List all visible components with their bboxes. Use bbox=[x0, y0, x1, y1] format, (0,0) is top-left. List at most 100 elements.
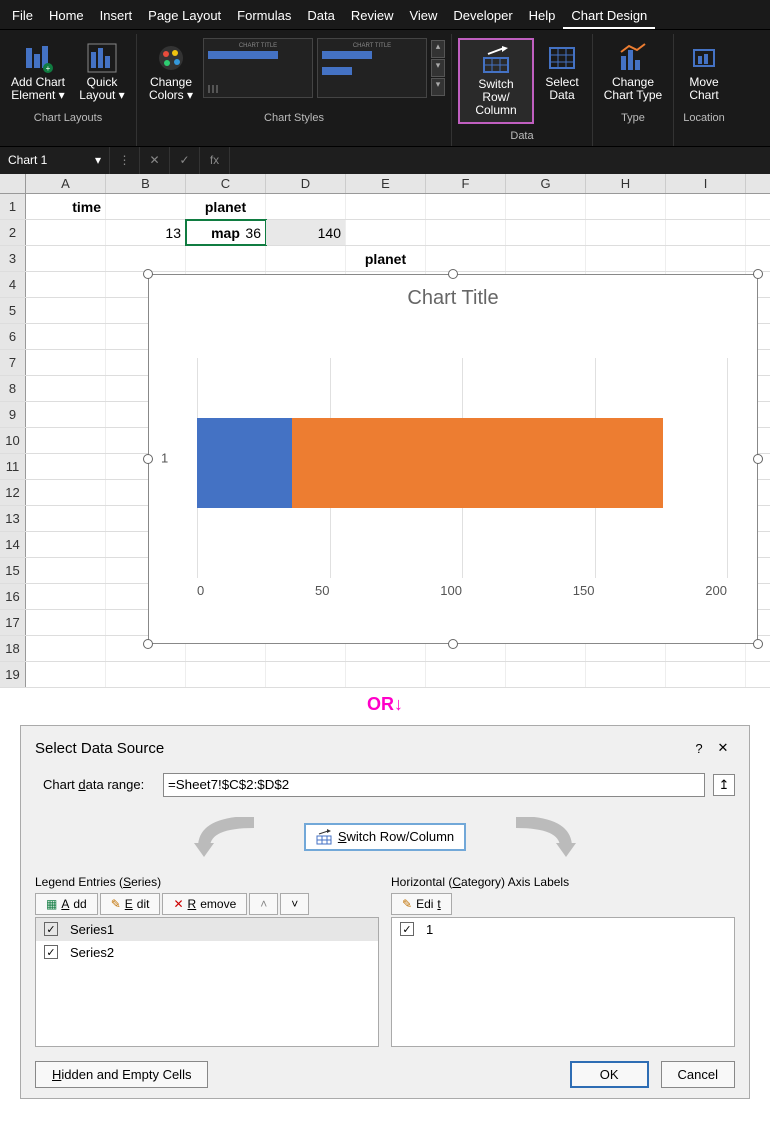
series-listbox[interactable]: ✓ Series1 ✓ Series2 bbox=[35, 917, 379, 1047]
cell-A16[interactable] bbox=[26, 584, 106, 609]
cell-D2[interactable]: 140 bbox=[266, 220, 346, 245]
chart-handle-bm[interactable] bbox=[448, 639, 458, 649]
cell-F1[interactable] bbox=[426, 194, 506, 219]
chart-styles-gallery[interactable]: CHART TITLE CHART TITLE ▴ ▾ ▾ bbox=[203, 38, 445, 98]
edit-series-button[interactable]: ✎Edit bbox=[100, 893, 161, 915]
name-box-dropdown-icon[interactable]: ▾ bbox=[95, 153, 101, 167]
tab-file[interactable]: File bbox=[4, 4, 41, 29]
remove-series-button[interactable]: ✕Remove bbox=[162, 893, 247, 915]
styles-down[interactable]: ▾ bbox=[431, 59, 445, 77]
tab-page-layout[interactable]: Page Layout bbox=[140, 4, 229, 29]
name-box[interactable]: Chart 1 ▾ bbox=[0, 147, 110, 174]
formula-bar-input[interactable] bbox=[230, 147, 770, 174]
chart-bar-stack[interactable] bbox=[197, 418, 663, 508]
cell-A19[interactable] bbox=[26, 662, 106, 687]
cell-A8[interactable] bbox=[26, 376, 106, 401]
row-4[interactable]: 4 bbox=[0, 272, 26, 297]
options-button[interactable]: ⋮ bbox=[110, 147, 140, 174]
cell-I2[interactable] bbox=[666, 220, 746, 245]
tab-help[interactable]: Help bbox=[521, 4, 564, 29]
cell-E19[interactable] bbox=[346, 662, 426, 687]
tab-data[interactable]: Data bbox=[299, 4, 342, 29]
series2-checkbox[interactable]: ✓ bbox=[44, 945, 58, 959]
chart-handle-tm[interactable] bbox=[448, 269, 458, 279]
cell-A15[interactable] bbox=[26, 558, 106, 583]
col-D[interactable]: D bbox=[266, 174, 346, 193]
cell-D1[interactable] bbox=[266, 194, 346, 219]
chart-title[interactable]: Chart Title bbox=[149, 275, 757, 318]
tab-review[interactable]: Review bbox=[343, 4, 402, 29]
row-12[interactable]: 12 bbox=[0, 480, 26, 505]
tab-view[interactable]: View bbox=[401, 4, 445, 29]
row-17[interactable]: 17 bbox=[0, 610, 26, 635]
tab-home[interactable]: Home bbox=[41, 4, 92, 29]
row-13[interactable]: 13 bbox=[0, 506, 26, 531]
cell-G19[interactable] bbox=[506, 662, 586, 687]
cell-A14[interactable] bbox=[26, 532, 106, 557]
row-1[interactable]: 1 bbox=[0, 194, 26, 219]
col-H[interactable]: H bbox=[586, 174, 666, 193]
col-E[interactable]: E bbox=[346, 174, 426, 193]
quick-layout-button[interactable]: Quick Layout ▾ bbox=[74, 38, 130, 106]
col-C[interactable]: C bbox=[186, 174, 266, 193]
chart-handle-tr[interactable] bbox=[753, 269, 763, 279]
cell-B2[interactable]: 13 bbox=[106, 220, 186, 245]
cell-A13[interactable] bbox=[26, 506, 106, 531]
select-all-corner[interactable] bbox=[0, 174, 26, 193]
move-down-button[interactable]: ˅ bbox=[280, 893, 309, 915]
move-up-button[interactable]: ˄ bbox=[249, 893, 278, 915]
cell-A11[interactable] bbox=[26, 454, 106, 479]
row-5[interactable]: 5 bbox=[0, 298, 26, 323]
cell-C3[interactable] bbox=[186, 246, 266, 271]
accept-formula-button[interactable]: ✓ bbox=[170, 147, 200, 174]
chart-handle-bl[interactable] bbox=[143, 639, 153, 649]
cell-I3[interactable] bbox=[666, 246, 746, 271]
add-chart-element-button[interactable]: + Add Chart Element ▾ bbox=[6, 38, 70, 106]
row-9[interactable]: 9 bbox=[0, 402, 26, 427]
chart-style-1[interactable]: CHART TITLE bbox=[203, 38, 313, 98]
row-10[interactable]: 10 bbox=[0, 428, 26, 453]
cell-B19[interactable] bbox=[106, 662, 186, 687]
cancel-button[interactable]: Cancel bbox=[661, 1061, 735, 1088]
cell-H1[interactable] bbox=[586, 194, 666, 219]
edit-axis-button[interactable]: ✎Edit bbox=[391, 893, 452, 915]
cell-A5[interactable] bbox=[26, 298, 106, 323]
row-2[interactable]: 2 bbox=[0, 220, 26, 245]
chart-object[interactable]: Chart Title 1 0 50 100 150 200 bbox=[148, 274, 758, 644]
cell-D3[interactable] bbox=[266, 246, 346, 271]
row-18[interactable]: 18 bbox=[0, 636, 26, 661]
row-8[interactable]: 8 bbox=[0, 376, 26, 401]
tab-developer[interactable]: Developer bbox=[445, 4, 520, 29]
cell-B3[interactable] bbox=[106, 246, 186, 271]
chart-handle-ml[interactable] bbox=[143, 454, 153, 464]
switch-row-column-dialog-button[interactable]: Switch Row/Column bbox=[304, 823, 466, 851]
fx-button[interactable]: fx bbox=[200, 147, 230, 174]
ok-button[interactable]: OK bbox=[570, 1061, 649, 1088]
switch-row-column-button[interactable]: Switch Row/ Column bbox=[458, 38, 534, 124]
chart-handle-mr[interactable] bbox=[753, 454, 763, 464]
col-A[interactable]: A bbox=[26, 174, 106, 193]
cell-B1[interactable] bbox=[106, 194, 186, 219]
tab-formulas[interactable]: Formulas bbox=[229, 4, 299, 29]
row-19[interactable]: 19 bbox=[0, 662, 26, 687]
series1-checkbox[interactable]: ✓ bbox=[44, 922, 58, 936]
chart-style-2[interactable]: CHART TITLE bbox=[317, 38, 427, 98]
axis1-checkbox[interactable]: ✓ bbox=[400, 922, 414, 936]
cell-E3[interactable]: planet main bbox=[346, 246, 426, 271]
chart-series1-bar[interactable] bbox=[197, 418, 292, 508]
tab-chart-design[interactable]: Chart Design bbox=[563, 4, 655, 29]
range-picker-button[interactable]: ↥ bbox=[713, 774, 735, 796]
chart-handle-br[interactable] bbox=[753, 639, 763, 649]
cell-A2[interactable] bbox=[26, 220, 106, 245]
styles-up[interactable]: ▴ bbox=[431, 40, 445, 58]
cell-H3[interactable] bbox=[586, 246, 666, 271]
cell-F19[interactable] bbox=[426, 662, 506, 687]
tab-insert[interactable]: Insert bbox=[92, 4, 141, 29]
change-colors-button[interactable]: Change Colors ▾ bbox=[143, 38, 199, 106]
hidden-empty-cells-button[interactable]: Hidden and Empty Cells bbox=[35, 1061, 208, 1088]
dialog-help-button[interactable]: ? bbox=[687, 741, 711, 756]
row-3[interactable]: 3 bbox=[0, 246, 26, 271]
cell-E2[interactable] bbox=[346, 220, 426, 245]
cell-C1[interactable]: planet map bbox=[186, 194, 266, 219]
row-11[interactable]: 11 bbox=[0, 454, 26, 479]
